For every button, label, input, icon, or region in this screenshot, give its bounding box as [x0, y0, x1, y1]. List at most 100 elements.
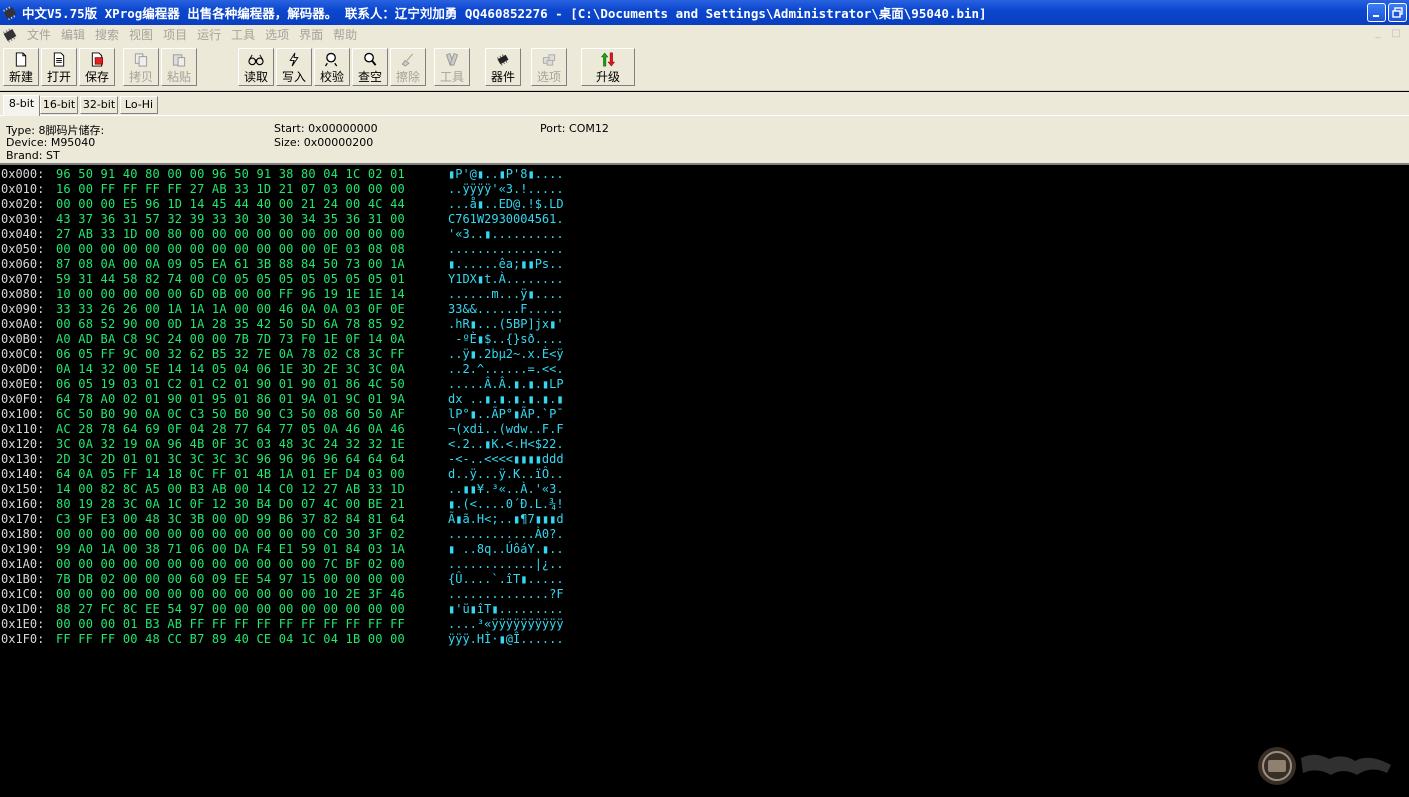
hex-ascii[interactable]: .....Â.Â.▮.▮.▮LP [448, 377, 564, 392]
hex-bytes[interactable]: 10 00 00 00 00 00 6D 0B 00 00 FF 96 19 1… [56, 287, 405, 302]
hex-row[interactable]: 0x020: 00 00 00 E5 96 1D 14 45 44 40 00 2… [0, 197, 600, 212]
hex-bytes[interactable]: 00 68 52 90 00 0D 1A 28 35 42 50 5D 6A 7… [56, 317, 405, 332]
hex-ascii[interactable]: ..▮▮¥.³«..À.'«3. [448, 482, 564, 497]
hex-ascii[interactable]: C761W2930004561. [448, 212, 564, 227]
hex-bytes[interactable]: 88 27 FC 8C EE 54 97 00 00 00 00 00 00 0… [56, 602, 405, 617]
hex-row[interactable]: 0x0B0: A0 AD BA C8 9C 24 00 00 7B 7D 73 F… [0, 332, 600, 347]
hex-row[interactable]: 0x1A0: 00 00 00 00 00 00 00 00 00 00 00 0… [0, 557, 600, 572]
hex-row[interactable]: 0x150: 14 00 82 8C A5 00 B3 AB 00 14 C0 1… [0, 482, 600, 497]
hex-ascii[interactable]: ....³«ÿÿÿÿÿÿÿÿÿÿ [448, 617, 564, 632]
hex-bytes[interactable]: 06 05 19 03 01 C2 01 C2 01 90 01 90 01 8… [56, 377, 405, 392]
menu-project[interactable]: 项目 [158, 25, 192, 45]
hex-row[interactable]: 0x060: 87 08 0A 00 0A 09 05 EA 61 3B 88 8… [0, 257, 600, 272]
hex-ascii[interactable]: {Û....`.îT▮..... [448, 572, 564, 587]
hex-row[interactable]: 0x0C0: 06 05 FF 9C 00 32 62 B5 32 7E 0A 7… [0, 347, 600, 362]
hex-row[interactable]: 0x180: 00 00 00 00 00 00 00 00 00 00 00 0… [0, 527, 600, 542]
hex-row[interactable]: 0x1B0: 7B DB 02 00 00 00 60 09 EE 54 97 1… [0, 572, 600, 587]
hex-bytes[interactable]: 6C 50 B0 90 0A 0C C3 50 B0 90 C3 50 08 6… [56, 407, 405, 422]
tools-button[interactable]: 工具 [434, 48, 470, 86]
hex-ascii[interactable]: ......m...ÿ▮.... [448, 287, 564, 302]
open-button[interactable]: 打开 [41, 48, 77, 86]
menu-edit[interactable]: 编辑 [56, 25, 90, 45]
menu-help[interactable]: 帮助 [328, 25, 362, 45]
hex-bytes[interactable]: 00 00 00 01 B3 AB FF FF FF FF FF FF FF F… [56, 617, 405, 632]
hex-row[interactable]: 0x0E0: 06 05 19 03 01 C2 01 C2 01 90 01 9… [0, 377, 600, 392]
mdi-window-controls[interactable]: _ □ [1375, 28, 1405, 39]
verify-button[interactable]: 校验 [314, 48, 350, 86]
hex-editor-view[interactable]: 0x000: 96 50 91 40 80 00 00 96 50 91 38 8… [0, 166, 1409, 797]
hex-row[interactable]: 0x1F0: FF FF FF 00 48 CC B7 89 40 CE 04 1… [0, 632, 600, 647]
hex-row[interactable]: 0x010: 16 00 FF FF FF FF 27 AB 33 1D 21 0… [0, 182, 600, 197]
read-button[interactable]: 读取 [238, 48, 274, 86]
hex-bytes[interactable]: 33 33 26 26 00 1A 1A 1A 00 00 46 0A 0A 0… [56, 302, 405, 317]
hex-bytes[interactable]: 80 19 28 3C 0A 1C 0F 12 30 B4 D0 07 4C 0… [56, 497, 405, 512]
hex-row[interactable]: 0x090: 33 33 26 26 00 1A 1A 1A 00 00 46 0… [0, 302, 600, 317]
hex-bytes[interactable]: 0A 14 32 00 5E 14 14 05 04 06 1E 3D 2E 3… [56, 362, 405, 377]
hex-ascii[interactable]: ▮ ..8q..ÚôáY.▮.. [448, 542, 564, 557]
menu-file[interactable]: 文件 [22, 25, 56, 45]
hex-ascii[interactable]: '«3..▮.......... [448, 227, 564, 242]
hex-row[interactable]: 0x110: AC 28 78 64 69 0F 04 28 77 64 77 0… [0, 422, 600, 437]
hex-ascii[interactable]: ..ÿÿÿÿ'«3.!..... [448, 182, 564, 197]
menu-tools[interactable]: 工具 [226, 25, 260, 45]
hex-ascii[interactable]: ÿÿÿ.HÌ·▮@Î...... [448, 632, 564, 647]
hex-row[interactable]: 0x130: 2D 3C 2D 01 01 3C 3C 3C 3C 96 96 9… [0, 452, 600, 467]
tab-32-bit[interactable]: 32-bit [80, 96, 118, 114]
hex-row[interactable]: 0x100: 6C 50 B0 90 0A 0C C3 50 B0 90 C3 5… [0, 407, 600, 422]
hex-row[interactable]: 0x1D0: 88 27 FC 8C EE 54 97 00 00 00 00 0… [0, 602, 600, 617]
hex-ascii[interactable]: ............|¿.. [448, 557, 564, 572]
menu-view[interactable]: 视图 [124, 25, 158, 45]
hex-ascii[interactable]: -ºÈ▮$..{}sð.... [448, 332, 563, 347]
hex-ascii[interactable]: ▮......êa;▮▮Ps.. [448, 257, 564, 272]
menu-search[interactable]: 搜索 [90, 25, 124, 45]
device-button[interactable]: 器件 [485, 48, 521, 86]
hex-ascii[interactable]: ............À0?. [448, 527, 564, 542]
hex-ascii[interactable]: ..ÿ▮.2bµ2~.x.È<ÿ [448, 347, 564, 362]
hex-ascii[interactable]: d..ÿ...ÿ.K..ïÔ.. [448, 467, 564, 482]
hex-bytes[interactable]: FF FF FF 00 48 CC B7 89 40 CE 04 1C 04 1… [56, 632, 405, 647]
blank-check-button[interactable]: 查空 [352, 48, 388, 86]
write-button[interactable]: 写入 [276, 48, 312, 86]
chip-document-icon[interactable] [2, 27, 18, 43]
hex-bytes[interactable]: 27 AB 33 1D 00 80 00 00 00 00 00 00 00 0… [56, 227, 405, 242]
hex-bytes[interactable]: 64 78 A0 02 01 90 01 95 01 86 01 9A 01 9… [56, 392, 405, 407]
menu-options[interactable]: 选项 [260, 25, 294, 45]
hex-row[interactable]: 0x070: 59 31 44 58 82 74 00 C0 05 05 05 0… [0, 272, 600, 287]
hex-ascii[interactable]: lP°▮..ÃP°▮ÃP.`P¯ [448, 407, 564, 422]
hex-ascii[interactable]: Ã▮ã.H<;..▮¶7▮▮▮d [448, 512, 564, 527]
options-button[interactable]: 选项 [531, 48, 567, 86]
hex-ascii[interactable]: ¬(xdi..(wdw..F.F [448, 422, 564, 437]
minimize-button[interactable] [1367, 3, 1386, 22]
hex-bytes[interactable]: 00 00 00 E5 96 1D 14 45 44 40 00 21 24 0… [56, 197, 405, 212]
menu-run[interactable]: 运行 [192, 25, 226, 45]
hex-row[interactable]: 0x1C0: 00 00 00 00 00 00 00 00 00 00 00 0… [0, 587, 600, 602]
hex-ascii[interactable]: .hR▮...(5BP]jx▮' [448, 317, 564, 332]
hex-ascii[interactable]: ..............?F [448, 587, 564, 602]
hex-row[interactable]: 0x030: 43 37 36 31 57 32 39 33 30 30 30 3… [0, 212, 600, 227]
hex-row[interactable]: 0x170: C3 9F E3 00 48 3C 3B 00 0D 99 B6 3… [0, 512, 600, 527]
hex-ascii[interactable]: <.2..▮K.<.H<$22. [448, 437, 564, 452]
hex-bytes[interactable]: 87 08 0A 00 0A 09 05 EA 61 3B 88 84 50 7… [56, 257, 405, 272]
hex-ascii[interactable]: ...å▮..ED@.!$.LD [448, 197, 564, 212]
hex-row[interactable]: 0x050: 00 00 00 00 00 00 00 00 00 00 00 0… [0, 242, 600, 257]
chip-app-icon[interactable] [2, 6, 18, 20]
hex-bytes[interactable]: 00 00 00 00 00 00 00 00 00 00 00 00 7C B… [56, 557, 405, 572]
hex-bytes[interactable]: 7B DB 02 00 00 00 60 09 EE 54 97 15 00 0… [56, 572, 405, 587]
hex-ascii[interactable]: ▮.(<....0´Ð.L.¾! [448, 497, 564, 512]
erase-button[interactable]: 擦除 [390, 48, 426, 86]
hex-bytes[interactable]: 59 31 44 58 82 74 00 C0 05 05 05 05 05 0… [56, 272, 405, 287]
hex-row[interactable]: 0x160: 80 19 28 3C 0A 1C 0F 12 30 B4 D0 0… [0, 497, 600, 512]
new-button[interactable]: 新建 [3, 48, 39, 86]
hex-bytes[interactable]: 00 00 00 00 00 00 00 00 00 00 00 00 10 2… [56, 587, 405, 602]
hex-row[interactable]: 0x1E0: 00 00 00 01 B3 AB FF FF FF FF FF F… [0, 617, 600, 632]
hex-bytes[interactable]: 3C 0A 32 19 0A 96 4B 0F 3C 03 48 3C 24 3… [56, 437, 405, 452]
tab-16-bit[interactable]: 16-bit [40, 96, 78, 114]
hex-bytes[interactable]: 99 A0 1A 00 38 71 06 00 DA F4 E1 59 01 8… [56, 542, 405, 557]
hex-bytes[interactable]: 00 00 00 00 00 00 00 00 00 00 00 00 0E 0… [56, 242, 405, 257]
hex-ascii[interactable]: ▮P'@▮..▮P'8▮.... [448, 167, 564, 182]
save-button[interactable]: 保存 [79, 48, 115, 86]
hex-bytes[interactable]: 06 05 FF 9C 00 32 62 B5 32 7E 0A 78 02 C… [56, 347, 405, 362]
hex-bytes[interactable]: 16 00 FF FF FF FF 27 AB 33 1D 21 07 03 0… [56, 182, 405, 197]
hex-row[interactable]: 0x0D0: 0A 14 32 00 5E 14 14 05 04 06 1E 3… [0, 362, 600, 377]
restore-button[interactable] [1388, 3, 1407, 22]
